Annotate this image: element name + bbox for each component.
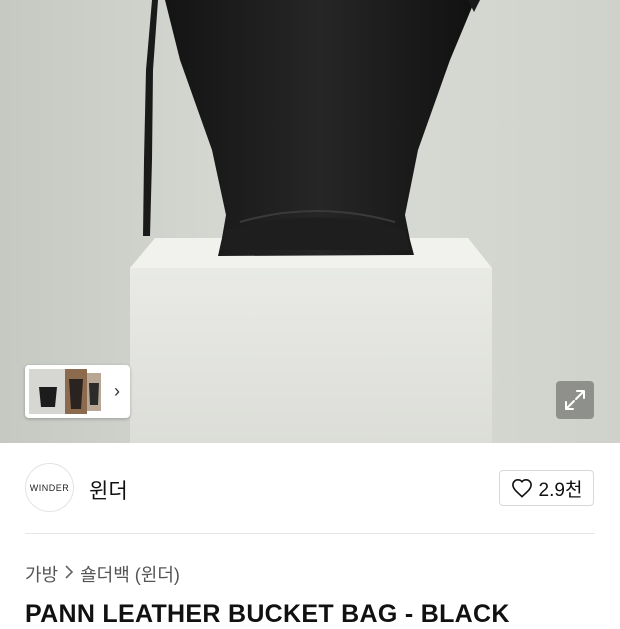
like-button[interactable]: 2.9천	[499, 470, 594, 506]
thumbnail-images	[29, 369, 101, 414]
brand-name[interactable]: 윈더	[89, 475, 128, 505]
brand-logo[interactable]: WINDER	[25, 463, 74, 512]
divider	[25, 533, 595, 534]
expand-icon	[565, 390, 585, 410]
heart-icon	[511, 478, 532, 498]
like-count: 2.9천	[538, 479, 583, 501]
brand-logo-text: WINDER	[29, 482, 70, 493]
breadcrumb-item-shoulder-bag[interactable]: 숄더백 (윈더)	[80, 561, 180, 587]
thumbnail-strip[interactable]: ›	[25, 365, 130, 418]
product-image[interactable]: ›	[0, 0, 620, 443]
expand-image-button[interactable]	[556, 381, 594, 419]
brand-row: WINDER 윈더 2.9천	[0, 443, 620, 533]
chevron-right-icon	[64, 564, 74, 584]
chevron-right-icon[interactable]: ›	[110, 379, 124, 403]
product-title: PANN LEATHER BUCKET BAG - BLACK	[25, 600, 510, 628]
breadcrumb-item-bags[interactable]: 가방	[25, 561, 58, 587]
breadcrumb: 가방 숄더백 (윈더)	[25, 561, 180, 587]
